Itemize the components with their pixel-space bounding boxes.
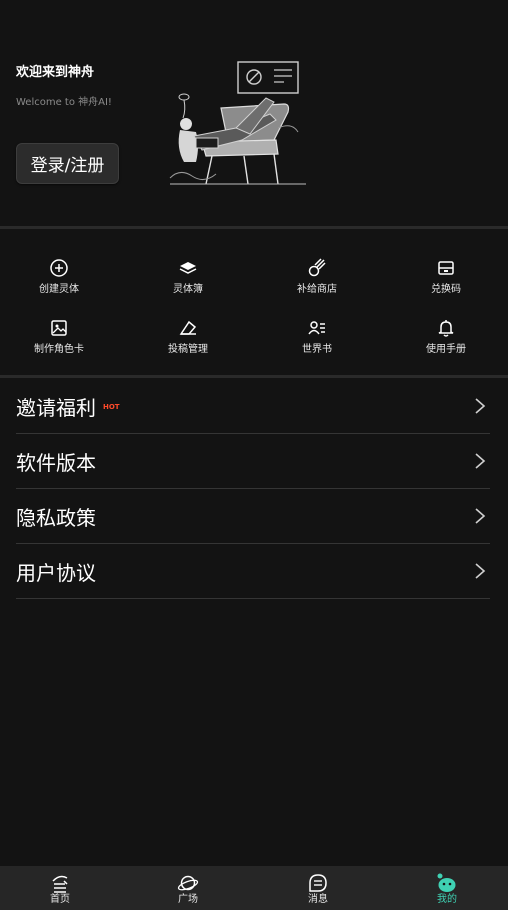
user-list-icon: [308, 321, 325, 335]
grid-item-label: 世界书: [302, 344, 332, 355]
person-reclining-illustration: [169, 61, 306, 185]
login-register-button[interactable]: 登录/注册: [16, 143, 119, 184]
planet-icon: [177, 875, 199, 891]
chevron-right-icon: [475, 453, 486, 469]
tab-messages[interactable]: 消息: [288, 872, 348, 908]
grid-item-world-book[interactable]: 世界书: [267, 318, 367, 368]
meteor-icon: [308, 258, 326, 277]
menu-item-label: 邀请福利: [16, 395, 96, 420]
chevron-right-icon: [475, 563, 486, 579]
bell-icon: [438, 320, 454, 337]
grid-item-label: 兑换码: [431, 284, 461, 295]
mascot-icon: [437, 873, 456, 892]
grid-item-label: 补给商店: [297, 284, 337, 295]
eraser-icon: [179, 320, 197, 335]
welcome-title: 欢迎来到神舟: [16, 65, 95, 80]
grid-item-make-character-card[interactable]: 制作角色卡: [9, 318, 109, 368]
tab-square[interactable]: 广场: [158, 872, 218, 908]
tab-label: 广场: [178, 894, 198, 905]
tab-label: 首页: [50, 894, 70, 905]
profile-header: 欢迎来到神舟 Welcome to 神舟AI! 登录/注册: [0, 0, 508, 226]
grid-item-label: 投稿管理: [168, 344, 208, 355]
menu-item-privacy-policy[interactable]: 隐私政策: [16, 489, 490, 544]
feature-grid: 创建灵体 灵体簿 补给商店 兑换码 制作角色卡 投稿管理 世界书 使用手册: [0, 249, 508, 369]
chevron-right-icon: [475, 508, 486, 524]
grid-item-spirit-book[interactable]: 灵体簿: [138, 258, 238, 308]
grid-item-redeem-code[interactable]: 兑换码: [396, 258, 496, 308]
tab-label: 我的: [437, 894, 457, 905]
section-divider: [0, 226, 508, 229]
grid-item-label: 使用手册: [426, 344, 466, 355]
tab-label: 消息: [308, 894, 328, 905]
grid-item-user-manual[interactable]: 使用手册: [396, 318, 496, 368]
image-icon: [51, 320, 67, 336]
grid-item-label: 制作角色卡: [34, 344, 84, 355]
menu-item-user-agreement[interactable]: 用户协议: [16, 544, 490, 599]
tab-home[interactable]: 首页: [30, 872, 90, 908]
settings-menu: 邀请福利 HOT 软件版本 隐私政策 用户协议: [16, 379, 490, 599]
grid-item-supply-shop[interactable]: 补给商店: [267, 258, 367, 308]
message-icon: [309, 874, 327, 892]
grid-item-label: 创建灵体: [39, 284, 79, 295]
hot-badge: HOT: [103, 403, 120, 411]
bottom-tab-bar: 首页 广场 消息 我的: [0, 866, 508, 910]
menu-item-label: 软件版本: [16, 450, 96, 475]
grid-item-label: 灵体簿: [173, 284, 203, 295]
menu-item-label: 用户协议: [16, 560, 96, 585]
menu-item-invite-rewards[interactable]: 邀请福利 HOT: [16, 379, 490, 434]
section-divider: [0, 375, 508, 378]
tab-mine[interactable]: 我的: [417, 872, 477, 908]
plus-circle-icon: [50, 259, 68, 277]
grid-item-submission-manage[interactable]: 投稿管理: [138, 318, 238, 368]
home-icon: [52, 875, 68, 893]
menu-item-label: 隐私政策: [16, 505, 96, 530]
grid-item-create-spirit[interactable]: 创建灵体: [9, 258, 109, 308]
chevron-right-icon: [475, 398, 486, 414]
ticket-icon: [438, 261, 454, 275]
menu-item-software-version[interactable]: 软件版本: [16, 434, 490, 489]
welcome-subtitle: Welcome to 神舟AI!: [16, 97, 112, 108]
book-stack-icon: [179, 262, 197, 274]
